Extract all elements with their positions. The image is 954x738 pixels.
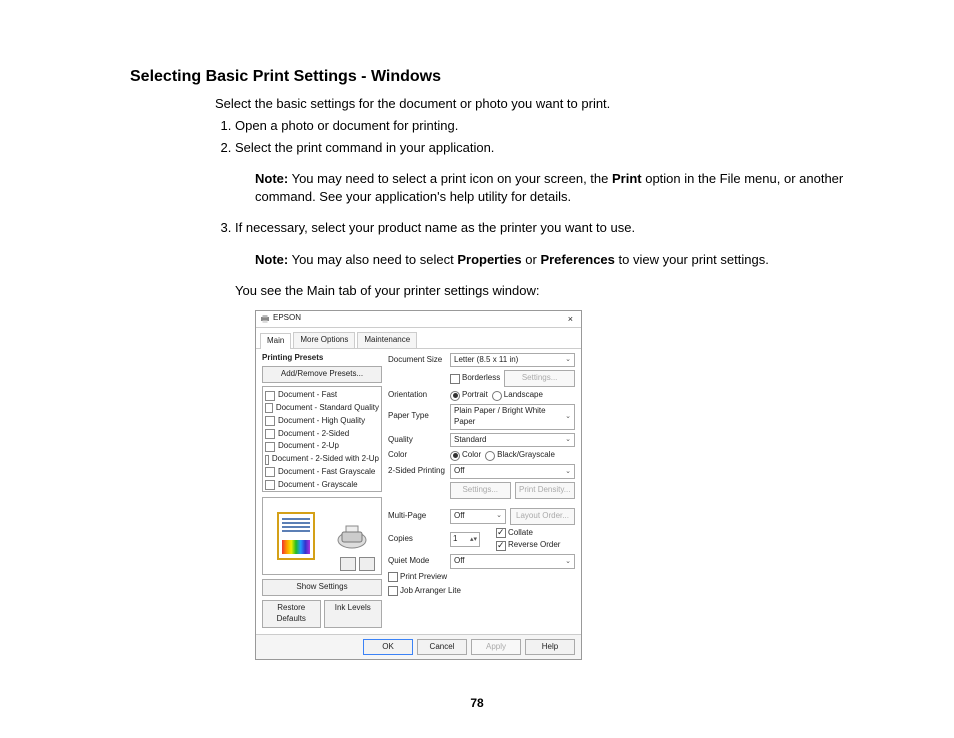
add-remove-presets-button[interactable]: Add/Remove Presets... [262, 366, 382, 383]
color-label: Color [388, 450, 446, 461]
printer-preview-icon [336, 522, 368, 550]
restore-defaults-button[interactable]: Restore Defaults [262, 600, 321, 628]
note-2c: or [522, 252, 541, 267]
note-1b: Print [612, 171, 642, 186]
page-number: 78 [0, 696, 954, 710]
step-2: Select the print command in your applica… [235, 139, 844, 206]
borderless-checkbox[interactable]: Borderless [450, 373, 500, 384]
print-preview-checkbox[interactable]: Print Preview [388, 572, 575, 583]
chevron-down-icon: ⌄ [565, 467, 571, 476]
chevron-down-icon: ⌄ [565, 435, 571, 444]
step-3: If necessary, select your product name a… [235, 219, 844, 660]
note-2b: Properties [457, 252, 521, 267]
ink-levels-button[interactable]: Ink Levels [324, 600, 383, 628]
apply-button: Apply [471, 639, 521, 656]
copies-spinner[interactable]: 1▴▾ [450, 532, 480, 547]
step-2-text: Select the print command in your applica… [235, 140, 494, 155]
chevron-down-icon: ⌄ [565, 557, 571, 566]
color-radio[interactable]: Color [450, 450, 481, 461]
grayscale-radio[interactable]: Black/Grayscale [485, 450, 555, 461]
tabs: Main More Options Maintenance [256, 328, 581, 349]
layout-thumb-icon [340, 557, 356, 571]
orientation-label: Orientation [388, 390, 446, 401]
multi-page-select[interactable]: Off⌄ [450, 509, 506, 524]
note-2: Note: You may also need to select Proper… [255, 251, 844, 269]
quality-label: Quality [388, 435, 446, 446]
tab-main[interactable]: Main [260, 333, 291, 349]
preset-item[interactable]: Document - Fast Grayscale [265, 466, 379, 479]
chevron-down-icon: ⌄ [496, 511, 502, 520]
layout-order-button: Layout Order... [510, 508, 575, 525]
job-arranger-checkbox[interactable]: Job Arranger Lite [388, 586, 575, 597]
quiet-mode-select[interactable]: Off⌄ [450, 554, 575, 569]
layout-thumb-icon [359, 557, 375, 571]
preset-item[interactable]: Document - High Quality [265, 415, 379, 428]
borderless-settings-button: Settings... [504, 370, 575, 387]
page-title: Selecting Basic Print Settings - Windows [130, 68, 844, 86]
note-2d: Preferences [540, 252, 614, 267]
paper-type-select[interactable]: Plain Paper / Bright White Paper⌄ [450, 404, 575, 430]
steps-list: Open a photo or document for printing. S… [215, 117, 844, 660]
help-button[interactable]: Help [525, 639, 575, 656]
preset-list[interactable]: Document - Fast Document - Standard Qual… [262, 386, 382, 492]
two-sided-label: 2-Sided Printing [388, 466, 446, 477]
titlebar: EPSON × [256, 311, 581, 328]
tab-more-options[interactable]: More Options [293, 332, 355, 348]
multi-page-label: Multi-Page [388, 511, 446, 522]
page-preview-icon [277, 512, 315, 560]
collate-checkbox[interactable]: Collate [496, 528, 575, 539]
portrait-radio[interactable]: Portrait [450, 390, 488, 401]
ok-button[interactable]: OK [363, 639, 413, 656]
paper-type-label: Paper Type [388, 411, 446, 422]
preset-item[interactable]: Document - Fast [265, 389, 379, 402]
landscape-radio[interactable]: Landscape [492, 390, 543, 401]
quality-select[interactable]: Standard⌄ [450, 433, 575, 448]
quiet-mode-label: Quiet Mode [388, 556, 446, 567]
printer-icon [260, 314, 270, 324]
note-1: Note: You may need to select a print ico… [255, 170, 844, 205]
print-settings-dialog: EPSON × Main More Options Maintenance Pr… [255, 310, 582, 661]
step-3-text: If necessary, select your product name a… [235, 220, 635, 235]
copies-label: Copies [388, 534, 446, 545]
reverse-order-checkbox[interactable]: Reverse Order [496, 540, 575, 551]
document-size-select[interactable]: Letter (8.5 x 11 in)⌄ [450, 353, 575, 368]
dialog-title: EPSON [273, 313, 301, 324]
see-text: You see the Main tab of your printer set… [235, 282, 844, 300]
show-settings-button[interactable]: Show Settings [262, 579, 382, 596]
step-1: Open a photo or document for printing. [235, 117, 844, 135]
dialog-footer: OK Cancel Apply Help [256, 634, 581, 660]
note-1a: You may need to select a print icon on y… [288, 171, 612, 186]
two-sided-settings-button: Settings... [450, 482, 511, 499]
preset-item[interactable]: Document - Standard Quality [265, 402, 379, 415]
note-2a: You may also need to select [288, 252, 457, 267]
note-2-prefix: Note: [255, 252, 288, 267]
note-2e: to view your print settings. [615, 252, 769, 267]
print-density-button: Print Density... [515, 482, 576, 499]
close-icon[interactable]: × [564, 313, 577, 325]
preset-item[interactable]: Document - 2-Sided with 2-Up [265, 453, 379, 466]
preset-item[interactable]: Document - 2-Sided [265, 428, 379, 441]
cancel-button[interactable]: Cancel [417, 639, 467, 656]
preview-box [262, 497, 382, 575]
preset-item[interactable]: Document - Grayscale [265, 479, 379, 492]
chevron-down-icon: ⌄ [565, 355, 571, 364]
intro-text: Select the basic settings for the docume… [215, 96, 844, 111]
two-sided-select[interactable]: Off⌄ [450, 464, 575, 479]
preset-item[interactable]: Document - 2-Up [265, 440, 379, 453]
presets-header: Printing Presets [262, 353, 382, 364]
note-1-prefix: Note: [255, 171, 288, 186]
document-size-label: Document Size [388, 355, 446, 366]
tab-maintenance[interactable]: Maintenance [357, 332, 417, 348]
spinner-icon: ▴▾ [470, 535, 477, 544]
chevron-down-icon: ⌄ [565, 412, 571, 421]
